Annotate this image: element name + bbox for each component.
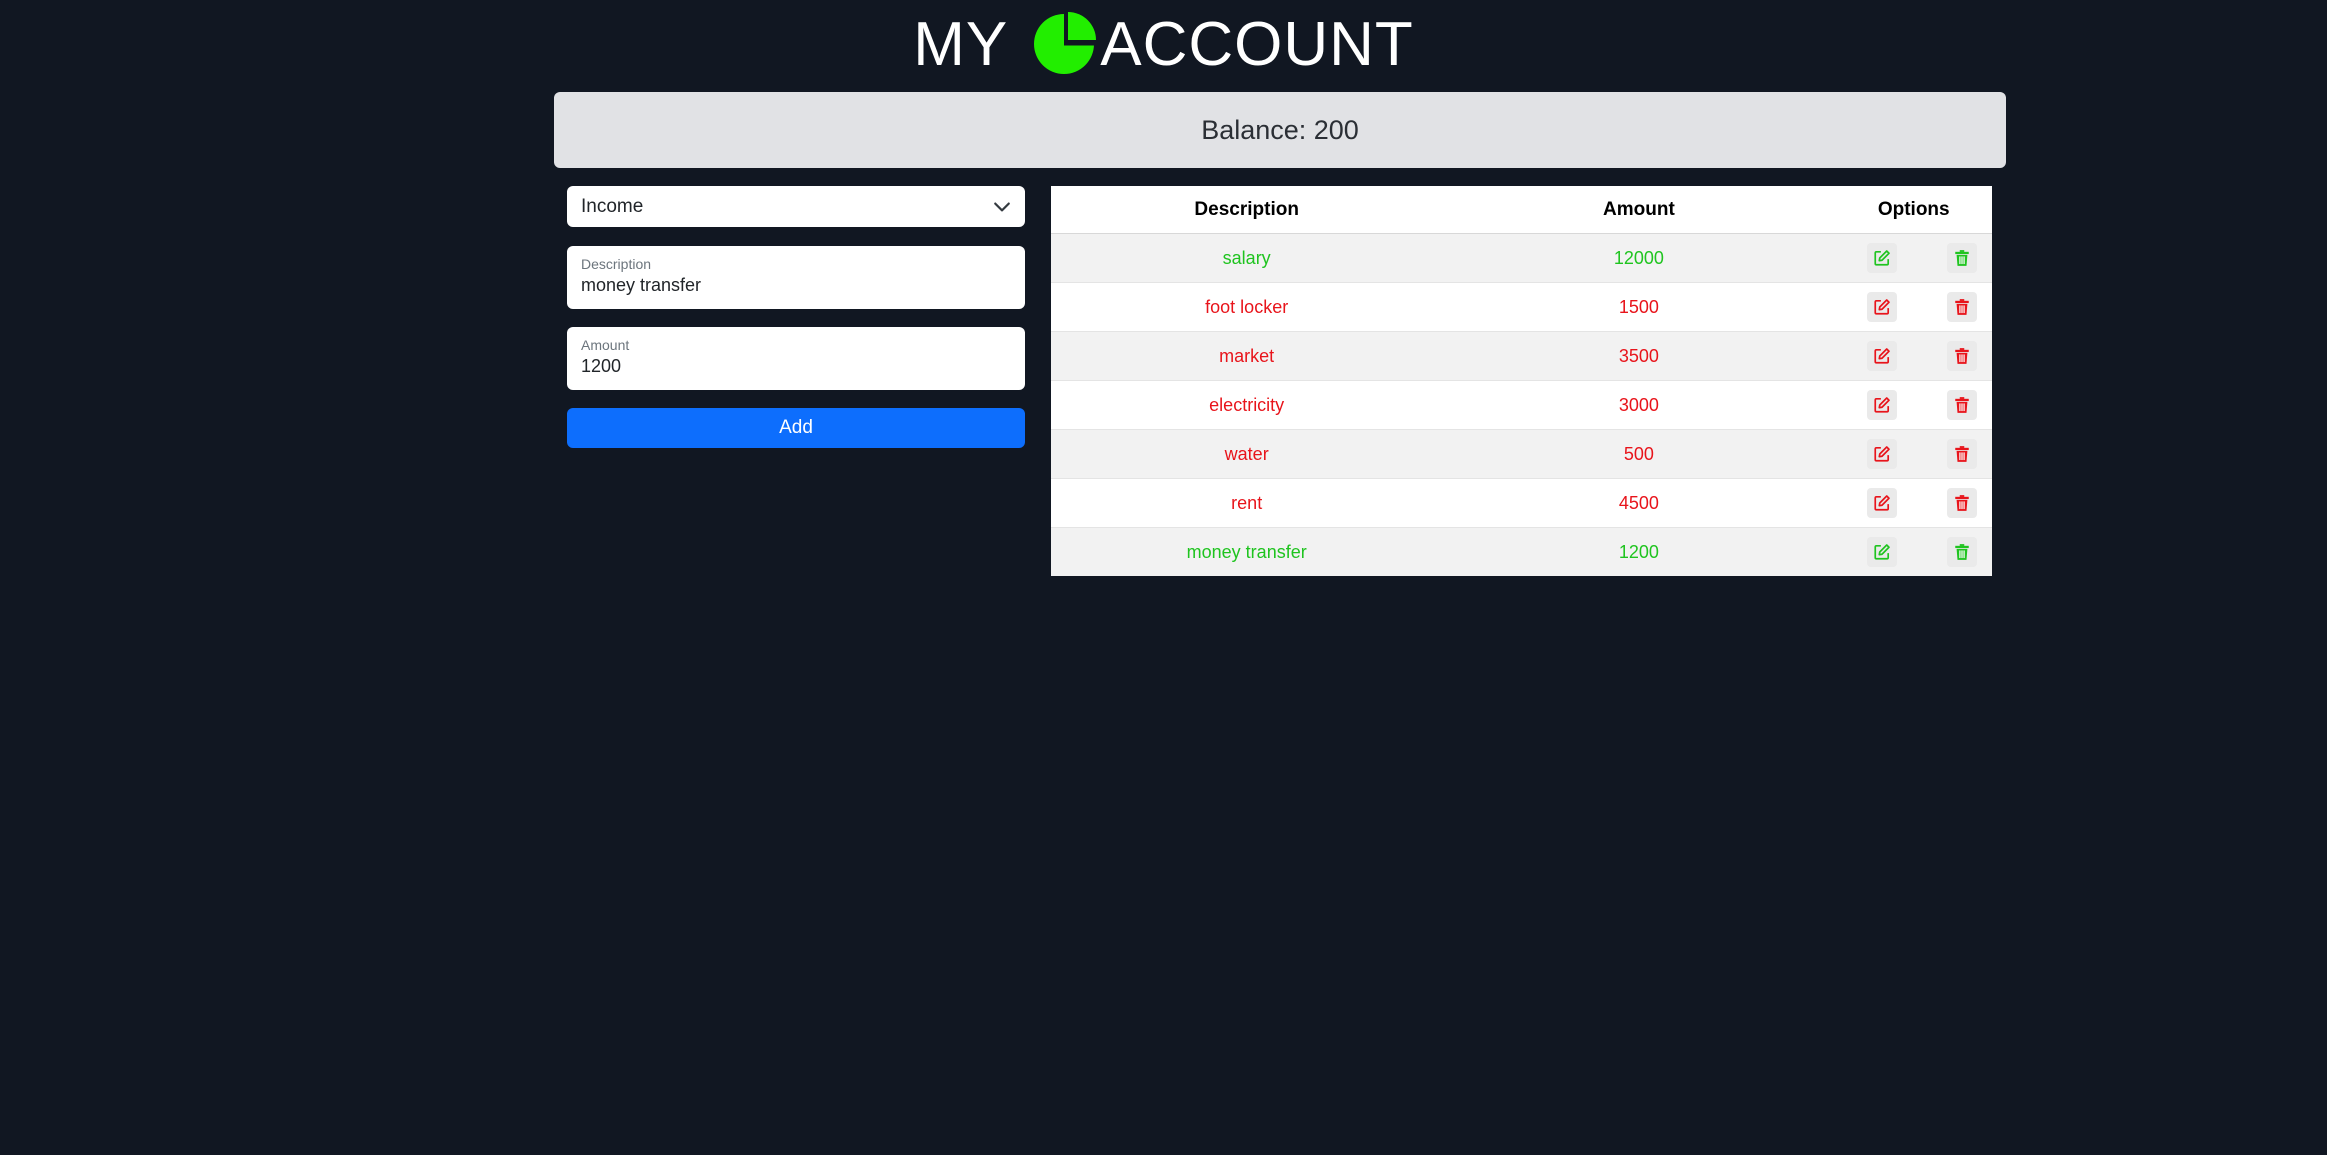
row-description: electricity (1051, 380, 1443, 430)
edit-button[interactable] (1867, 537, 1898, 567)
edit-button[interactable] (1867, 292, 1898, 322)
row-options (1835, 429, 1992, 479)
trash-icon (1953, 347, 1971, 365)
row-description: market (1051, 331, 1443, 381)
trash-icon (1953, 494, 1971, 512)
delete-button[interactable] (1947, 537, 1977, 567)
description-label: Description (581, 256, 652, 272)
row-options (1835, 282, 1992, 332)
trash-icon (1953, 445, 1971, 463)
amount-field[interactable]: Amount 1200 (567, 327, 1025, 390)
table-row: rent 4500 (1051, 478, 1992, 528)
table-row: salary 12000 (1051, 233, 1992, 283)
edit-icon (1873, 347, 1891, 365)
row-amount: 1500 (1442, 282, 1836, 332)
table-row: electricity 3000 (1051, 380, 1992, 430)
row-amount: 3000 (1442, 380, 1836, 430)
row-options (1835, 233, 1992, 283)
delete-button[interactable] (1947, 243, 1977, 273)
edit-button[interactable] (1867, 243, 1898, 273)
edit-icon (1873, 249, 1891, 267)
row-amount: 4500 (1442, 478, 1836, 528)
transactions-table: Description Amount Options salary 12000 fo… (1051, 186, 1992, 576)
balance-text: Balance: 200 (1201, 114, 1359, 145)
edit-button[interactable] (1867, 390, 1898, 420)
chevron-down-icon (994, 202, 1010, 211)
row-description: foot locker (1051, 282, 1443, 332)
description-value: money transfer (581, 275, 702, 295)
edit-icon (1873, 396, 1891, 414)
table-row: market 3500 (1051, 331, 1992, 381)
type-select-value: Income (581, 195, 644, 217)
table-row: water 500 (1051, 429, 1992, 479)
type-select[interactable]: Income (567, 186, 1025, 227)
row-amount: 500 (1442, 429, 1836, 479)
row-amount: 3500 (1442, 331, 1836, 381)
row-description: rent (1051, 478, 1443, 528)
edit-button[interactable] (1867, 488, 1898, 518)
table-row: money transfer 1200 (1051, 527, 1992, 577)
edit-icon (1873, 298, 1891, 316)
row-amount: 1200 (1618, 541, 1659, 562)
delete-button[interactable] (1947, 488, 1977, 518)
amount-value: 1200 (581, 356, 622, 376)
edit-button[interactable] (1867, 439, 1898, 469)
balance-bar: Balance: 200 (554, 92, 2006, 168)
edit-icon (1873, 543, 1891, 561)
trash-icon (1953, 543, 1971, 561)
delete-button[interactable] (1947, 390, 1977, 420)
row-options (1835, 331, 1992, 381)
add-button[interactable]: Add (567, 408, 1025, 448)
trash-icon (1953, 396, 1971, 414)
row-description: money transfer (1186, 541, 1307, 562)
page: MY ACCOUNT Balance: 200 Income Descripti… (0, 0, 2327, 1155)
edit-button[interactable] (1867, 341, 1898, 371)
delete-button[interactable] (1947, 292, 1977, 322)
row-options (1835, 478, 1992, 528)
header-description: Description (1051, 186, 1443, 234)
table-header-row: Description Amount Options (1051, 186, 1992, 234)
edit-icon (1873, 494, 1891, 512)
amount-label: Amount (581, 337, 630, 353)
pie-chart-icon (1034, 12, 1097, 74)
title-account: ACCOUNT (1100, 9, 1414, 79)
header-amount: Amount (1442, 186, 1836, 234)
header-options: Options (1835, 186, 1992, 234)
row-description: salary (1051, 233, 1443, 283)
row-options (1835, 528, 1992, 577)
row-amount: 12000 (1442, 233, 1836, 283)
entry-form: Income Description money transfer Amount… (567, 186, 1025, 448)
row-options (1835, 380, 1992, 430)
row-description: water (1051, 429, 1443, 479)
trash-icon (1953, 249, 1971, 267)
trash-icon (1953, 298, 1971, 316)
delete-button[interactable] (1947, 439, 1977, 469)
title-my: MY (913, 9, 1009, 79)
description-field[interactable]: Description money transfer (567, 246, 1025, 309)
app-header: MY ACCOUNT (0, 0, 2327, 88)
delete-button[interactable] (1947, 341, 1977, 371)
edit-icon (1873, 445, 1891, 463)
table-row: foot locker 1500 (1051, 282, 1992, 332)
